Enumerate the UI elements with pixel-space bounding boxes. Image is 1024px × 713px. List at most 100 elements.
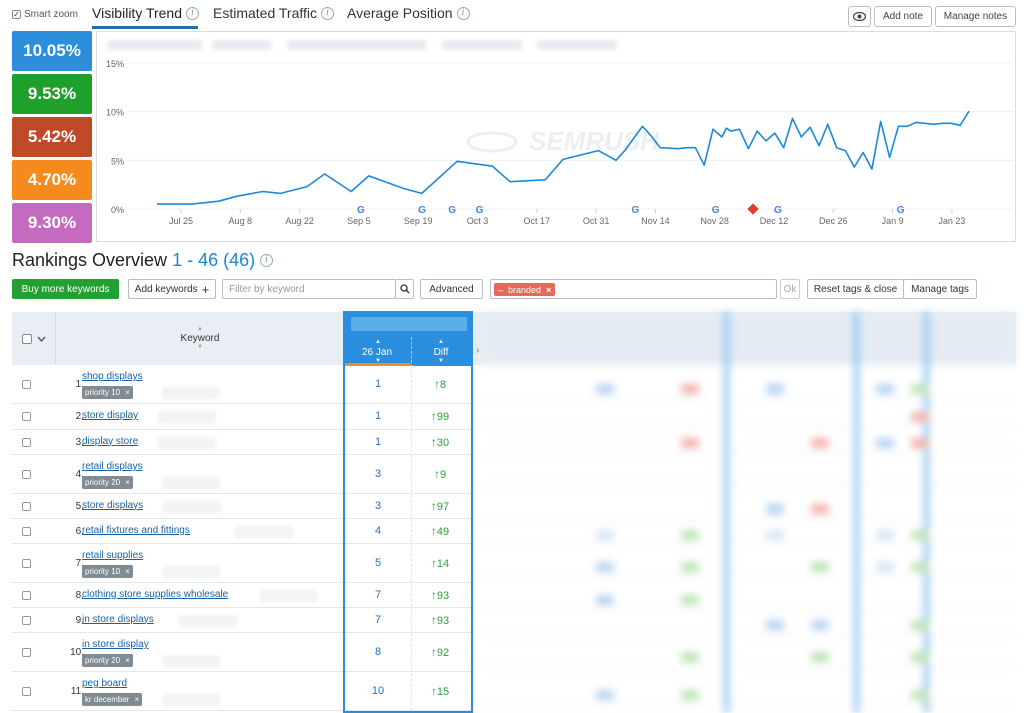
- visibility-card[interactable]: 4.70%: [12, 160, 92, 200]
- keyword-tag[interactable]: priority 10 ×: [82, 386, 133, 399]
- add-tag-placeholder[interactable]: [260, 589, 319, 602]
- row-checkbox[interactable]: [22, 379, 31, 389]
- row-checkbox[interactable]: [22, 647, 31, 657]
- manage-tags-button[interactable]: Manage tags: [903, 279, 977, 299]
- add-tag-placeholder[interactable]: [158, 411, 217, 423]
- row-checkbox[interactable]: [22, 526, 31, 536]
- google-update-icon: G: [774, 205, 782, 216]
- keyword-link[interactable]: in store display: [82, 639, 149, 650]
- add-keywords-button[interactable]: Add keywords +: [128, 279, 216, 299]
- row-checkbox[interactable]: [22, 437, 31, 447]
- position-value[interactable]: 1: [355, 410, 401, 422]
- add-tag-placeholder[interactable]: [162, 477, 220, 489]
- position-value[interactable]: 1: [355, 436, 401, 448]
- row-checkbox[interactable]: [22, 590, 31, 600]
- keyword-column-header[interactable]: ▲ Keyword ▼: [57, 312, 343, 365]
- add-tag-placeholder[interactable]: [178, 614, 237, 627]
- smart-zoom-toggle[interactable]: ✓ Smart zoom: [12, 9, 78, 20]
- position-value[interactable]: 8: [355, 646, 401, 658]
- info-icon[interactable]: i: [456, 6, 470, 20]
- keyword-link[interactable]: retail fixtures and fittings: [82, 525, 190, 536]
- row-checkbox[interactable]: [22, 615, 31, 625]
- close-icon[interactable]: ×: [134, 695, 139, 704]
- select-all-checkbox[interactable]: [21, 333, 32, 344]
- close-icon[interactable]: ×: [125, 388, 130, 397]
- blurred-column-divider: [854, 312, 859, 713]
- visibility-card[interactable]: 9.53%: [12, 74, 92, 114]
- row-checkbox[interactable]: [22, 686, 31, 696]
- keyword-link[interactable]: peg board: [82, 678, 127, 689]
- keyword-link[interactable]: in store displays: [82, 614, 154, 625]
- toggle-notes-visibility-button[interactable]: [848, 6, 871, 27]
- keyword-link[interactable]: shop displays: [82, 371, 143, 382]
- add-tag-placeholder[interactable]: [162, 387, 220, 399]
- close-icon[interactable]: ×: [125, 656, 130, 665]
- position-value[interactable]: 3: [355, 468, 401, 480]
- info-icon[interactable]: i: [260, 254, 274, 267]
- diff-value: 97: [436, 500, 450, 513]
- row-checkbox[interactable]: [22, 469, 31, 479]
- position-value[interactable]: 4: [355, 525, 401, 537]
- keyword-link[interactable]: retail supplies: [82, 550, 143, 561]
- chevron-down-icon[interactable]: [36, 336, 46, 342]
- blurred-cell-mark: [681, 690, 699, 700]
- blurred-row-divider: [481, 518, 1016, 519]
- visibility-card[interactable]: 10.05%: [12, 31, 92, 71]
- row-divider: [345, 429, 471, 430]
- keyword-tag[interactable]: priority 20 ×: [82, 654, 133, 667]
- add-tag-placeholder[interactable]: [162, 566, 220, 578]
- table-row: 6. retail fixtures and fittings: [12, 519, 343, 544]
- blurred-row-divider: [481, 484, 1016, 485]
- smart-zoom-checkbox[interactable]: ✓: [12, 10, 21, 19]
- manage-notes-button[interactable]: Manage notes: [935, 6, 1016, 27]
- add-tag-placeholder[interactable]: [163, 500, 222, 513]
- position-value[interactable]: 7: [355, 614, 401, 626]
- info-icon[interactable]: i: [321, 6, 335, 20]
- search-icon[interactable]: [396, 279, 414, 299]
- info-icon[interactable]: i: [186, 6, 200, 20]
- diff-header-label[interactable]: Diff: [411, 347, 471, 358]
- date-header-label[interactable]: 26 Jan: [347, 347, 407, 358]
- position-value[interactable]: 7: [355, 589, 401, 601]
- ok-button[interactable]: Ok: [780, 279, 800, 299]
- keyword-link[interactable]: retail displays: [82, 461, 143, 472]
- expand-columns-icon[interactable]: ›: [476, 345, 479, 356]
- select-all-control[interactable]: [12, 312, 56, 365]
- table-row: 4. retail displays priority 20 ×: [12, 455, 343, 494]
- row-checkbox[interactable]: [22, 558, 31, 568]
- row-checkbox[interactable]: [22, 501, 31, 511]
- add-tag-placeholder[interactable]: [158, 436, 217, 449]
- tab-estimated-traffic[interactable]: Estimated Traffic i: [213, 5, 335, 21]
- add-tag-placeholder[interactable]: [234, 525, 293, 538]
- close-icon[interactable]: ×: [125, 478, 130, 487]
- add-note-button[interactable]: Add note: [874, 6, 932, 27]
- tab-average-position[interactable]: Average Position i: [347, 5, 470, 21]
- add-tag-placeholder[interactable]: [162, 655, 220, 667]
- keyword-link[interactable]: display store: [82, 436, 138, 447]
- tag-filter-box[interactable]: – branded ×: [490, 279, 777, 299]
- keyword-tag[interactable]: priority 20 ×: [82, 476, 133, 489]
- tag-filter-chip[interactable]: – branded ×: [494, 283, 556, 296]
- close-icon[interactable]: ×: [546, 285, 551, 295]
- row-number: 8.: [75, 589, 84, 601]
- keyword-link[interactable]: store displays: [82, 500, 143, 511]
- position-value[interactable]: 1: [355, 378, 401, 390]
- position-value[interactable]: 10: [355, 685, 401, 697]
- keyword-link[interactable]: store display: [82, 410, 138, 421]
- tab-visibility-trend[interactable]: Visibility Trend i: [92, 5, 200, 21]
- position-value[interactable]: 3: [355, 500, 401, 512]
- filter-by-keyword-input[interactable]: Filter by keyword: [222, 279, 396, 299]
- advanced-filter-button[interactable]: Advanced: [420, 279, 483, 299]
- keyword-link[interactable]: clothing store supplies wholesale: [82, 589, 228, 600]
- visibility-card[interactable]: 5.42%: [12, 117, 92, 157]
- keyword-tag[interactable]: kr december ×: [82, 693, 143, 706]
- buy-more-keywords-button[interactable]: Buy more keywords: [12, 279, 119, 299]
- visibility-card[interactable]: 9.30%: [12, 203, 92, 243]
- keyword-tag[interactable]: priority 10 ×: [82, 565, 133, 578]
- blurred-cell-mark: [681, 438, 699, 448]
- add-tag-placeholder[interactable]: [162, 694, 220, 706]
- position-value[interactable]: 5: [355, 557, 401, 569]
- row-checkbox[interactable]: [22, 412, 31, 421]
- reset-tags-button[interactable]: Reset tags & close: [807, 279, 904, 299]
- close-icon[interactable]: ×: [125, 567, 130, 576]
